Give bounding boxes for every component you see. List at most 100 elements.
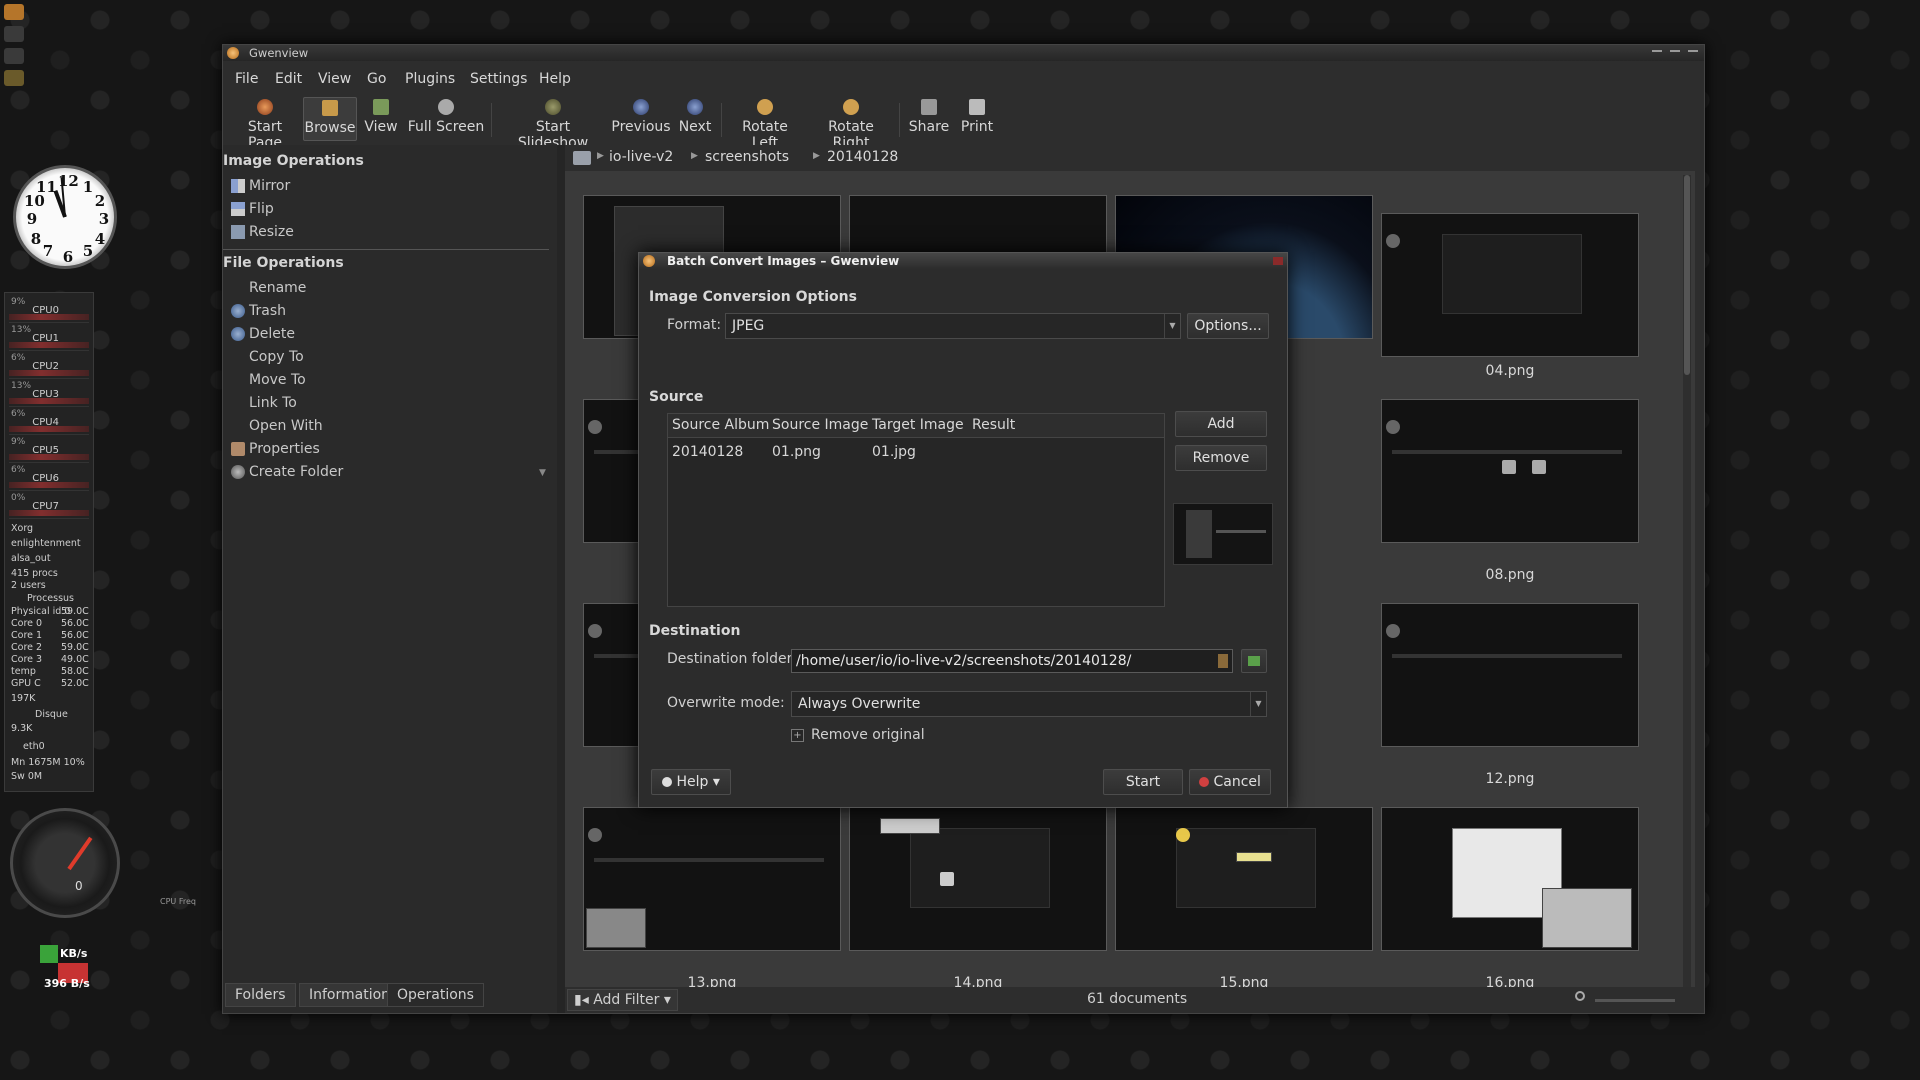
tray-applet-icon[interactable] (4, 26, 24, 42)
tab-operations[interactable]: Operations (387, 983, 484, 1007)
scrollbar-handle[interactable] (1684, 175, 1690, 375)
thumbnail-caption: 04.png (1485, 363, 1535, 379)
breadcrumb-item[interactable]: io-live-v2 (609, 149, 673, 165)
dialog-titlebar[interactable]: Batch Convert Images – Gwenview (639, 253, 1287, 269)
sidebar-splitter[interactable] (557, 145, 565, 1013)
add-filter-button[interactable]: ▮◂ Add Filter ▾ (567, 989, 678, 1011)
browse-folder-button[interactable] (1241, 649, 1267, 673)
browse-button[interactable]: Browse (303, 97, 357, 141)
destination-folder-label: Destination folder: (667, 651, 797, 667)
tray-applet-icon[interactable] (4, 70, 24, 86)
format-select[interactable]: JPEG ▼ (725, 313, 1181, 339)
thumbnail[interactable] (1381, 399, 1639, 543)
chevron-down-icon[interactable]: ▼ (539, 468, 546, 478)
clear-text-icon[interactable] (1218, 654, 1228, 668)
full-screen-button[interactable]: Full Screen (407, 97, 485, 141)
thumbnail-caption: 12.png (1485, 771, 1535, 787)
menu-help[interactable]: Help (539, 71, 571, 87)
start-slideshow-button[interactable]: Start Slideshow (499, 97, 607, 151)
tray-applet-icon[interactable] (4, 48, 24, 64)
pencil-edit-icon[interactable] (573, 151, 591, 165)
thumbnail[interactable] (849, 807, 1107, 951)
flip-action[interactable]: Flip (231, 199, 274, 219)
rotate-left-button[interactable]: Rotate Left (727, 97, 803, 151)
thumbnail[interactable] (1381, 603, 1639, 747)
disk-value: 9.3K (11, 723, 33, 734)
start-page-button[interactable]: Start Page (229, 97, 301, 151)
menu-edit[interactable]: Edit (275, 71, 302, 87)
column-header[interactable]: Source Album (672, 417, 769, 433)
resize-action[interactable]: Resize (231, 222, 294, 242)
copy-to-action[interactable]: Copy To (231, 347, 304, 367)
image-operations-heading: Image Operations (223, 153, 364, 169)
next-button[interactable]: Next (675, 97, 715, 141)
remove-original-checkbox[interactable]: + (791, 729, 804, 742)
thumbnail[interactable] (1115, 807, 1373, 951)
link-to-action[interactable]: Link To (231, 393, 297, 413)
thumbnail-size-slider[interactable] (1595, 999, 1675, 1002)
previous-icon (633, 99, 649, 115)
properties-action[interactable]: Properties (231, 439, 320, 459)
tab-folders[interactable]: Folders (225, 983, 296, 1007)
overwrite-mode-select[interactable]: Always Overwrite ▼ (791, 691, 1267, 717)
menu-file[interactable]: File (235, 71, 258, 87)
column-header[interactable]: Result (972, 417, 1015, 433)
close-icon[interactable] (1273, 257, 1283, 265)
maximize-icon[interactable] (1670, 50, 1680, 52)
open-with-action[interactable]: Open With (231, 416, 323, 436)
sidebar-tabs: Folders Information Operations (223, 983, 557, 1009)
destination-folder-input[interactable]: /home/user/io/io-live-v2/screenshots/201… (791, 649, 1233, 673)
remove-original-label[interactable]: Remove original (811, 727, 925, 743)
main-toolbar: Start Page Browse View Full Screen Start… (223, 95, 1704, 151)
column-header[interactable]: Target Image (872, 417, 964, 433)
window-titlebar[interactable]: Gwenview (223, 45, 1704, 61)
view-button[interactable]: View (361, 97, 401, 141)
create-folder-action[interactable]: Create Folder (231, 462, 343, 482)
tray-launcher-icon[interactable] (4, 4, 24, 20)
tab-information[interactable]: Information (299, 983, 401, 1007)
menu-view[interactable]: View (318, 71, 351, 87)
thumbnail[interactable] (583, 807, 841, 951)
minimize-icon[interactable] (1652, 50, 1662, 52)
trash-icon (231, 304, 245, 318)
upload-indicator-icon (40, 945, 58, 963)
thumbnail[interactable] (1381, 213, 1639, 357)
menu-settings[interactable]: Settings (470, 71, 527, 87)
trash-action[interactable]: Trash (231, 301, 286, 321)
cell-source-image: 01.png (772, 444, 821, 460)
home-icon (257, 99, 273, 115)
breadcrumb-item[interactable]: screenshots (705, 149, 789, 165)
share-button[interactable]: Share (907, 97, 951, 141)
document-count: 61 documents (1087, 991, 1188, 1007)
previous-button[interactable]: Previous (611, 97, 671, 141)
options-button[interactable]: Options... (1187, 313, 1269, 339)
image-preview (1173, 503, 1273, 565)
close-icon[interactable] (1688, 50, 1698, 52)
print-button[interactable]: Print (957, 97, 997, 141)
rotate-right-button[interactable]: Rotate Right (809, 97, 893, 151)
menu-go[interactable]: Go (367, 71, 386, 87)
mirror-action[interactable]: Mirror (231, 176, 290, 196)
start-button[interactable]: Start (1103, 769, 1183, 795)
source-heading: Source (649, 389, 704, 405)
add-button[interactable]: Add (1175, 411, 1267, 437)
cell-source-album: 20140128 (672, 444, 744, 460)
next-icon (687, 99, 703, 115)
desktop-gadgets: 12 3 6 9 1 2 4 5 7 8 10 11 9% CPU0 13% CPU… (0, 0, 196, 1080)
menu-plugins[interactable]: Plugins (405, 71, 455, 87)
browse-icon (322, 100, 338, 116)
download-rate: 396 B/s (44, 977, 90, 990)
vertical-scrollbar[interactable] (1683, 175, 1691, 1000)
column-header[interactable]: Source Image (772, 417, 868, 433)
move-to-action[interactable]: Move To (231, 370, 306, 390)
breadcrumb-item-current[interactable]: 20140128 (827, 149, 898, 165)
help-icon (662, 777, 673, 787)
rename-action[interactable]: Rename (231, 278, 306, 298)
cancel-button[interactable]: Cancel (1189, 769, 1271, 795)
delete-action[interactable]: Delete (231, 324, 295, 344)
thumbnail[interactable] (1381, 807, 1639, 951)
gwenview-app-icon[interactable] (227, 47, 239, 59)
help-button[interactable]: Help ▾ (651, 769, 731, 795)
remove-button[interactable]: Remove (1175, 445, 1267, 471)
zoom-icon (1575, 991, 1585, 1001)
